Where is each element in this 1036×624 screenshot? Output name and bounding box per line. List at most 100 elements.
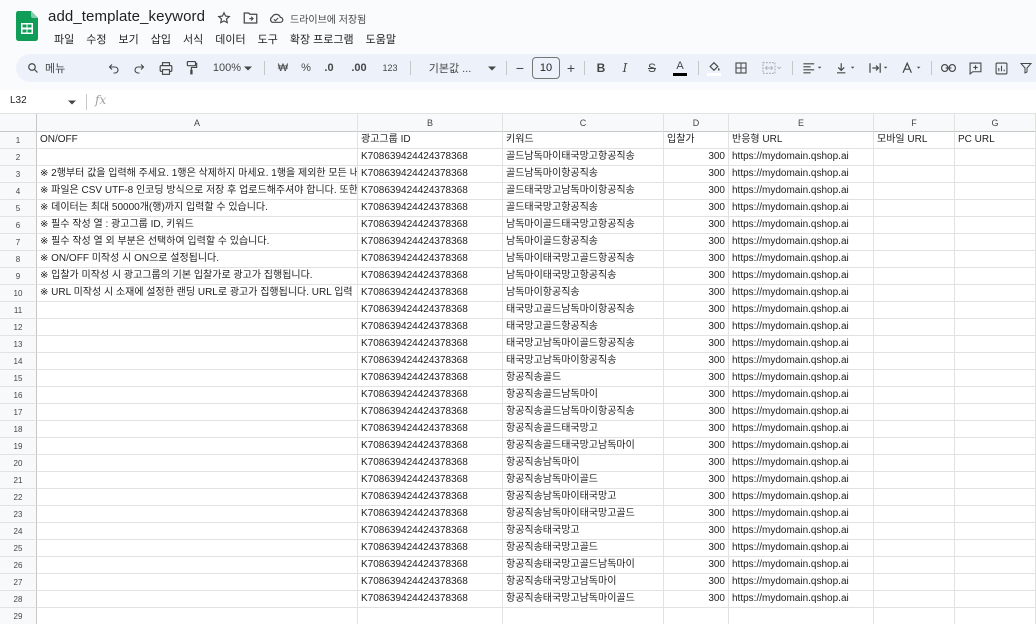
cell-b[interactable]: K708639424424378368	[358, 387, 503, 404]
menu-search[interactable]: 메뉴	[18, 57, 100, 79]
filter-icon[interactable]	[1018, 59, 1034, 77]
cell-g[interactable]	[955, 421, 1036, 438]
horizontal-align-icon[interactable]	[801, 59, 825, 77]
number-format-button[interactable]: 123	[381, 59, 399, 77]
cell-a[interactable]	[37, 387, 358, 404]
cell-a[interactable]	[37, 421, 358, 438]
row-header[interactable]: 14	[0, 353, 37, 370]
cell-e[interactable]: https://mydomain.qshop.ai	[729, 404, 874, 421]
cell-a[interactable]: ※ 데이터는 최대 50000개(행)까지 입력할 수 있습니다.	[37, 200, 358, 217]
cell-g[interactable]	[955, 438, 1036, 455]
cell-f[interactable]	[874, 285, 955, 302]
cell-a[interactable]	[37, 149, 358, 166]
cell-b[interactable]: K708639424424378368	[358, 353, 503, 370]
cell-d[interactable]: 300	[664, 421, 729, 438]
cell-a[interactable]	[37, 574, 358, 591]
column-header-b[interactable]: B	[358, 114, 503, 132]
cell-f[interactable]	[874, 183, 955, 200]
vertical-align-icon[interactable]	[834, 59, 858, 77]
cell-b[interactable]: 광고그룹 ID	[358, 132, 503, 149]
row-header[interactable]: 8	[0, 251, 37, 268]
cell-b[interactable]: K708639424424378368	[358, 404, 503, 421]
cell-f[interactable]	[874, 149, 955, 166]
row-header[interactable]: 11	[0, 302, 37, 319]
menu-tools[interactable]: 도구	[252, 29, 284, 49]
cell-a[interactable]	[37, 608, 358, 624]
cell-c[interactable]: 항공직송태국망고골드남독마이	[503, 557, 664, 574]
cell-e[interactable]: https://mydomain.qshop.ai	[729, 387, 874, 404]
cell-e[interactable]: https://mydomain.qshop.ai	[729, 421, 874, 438]
sheets-logo-icon[interactable]	[16, 11, 38, 41]
cell-g[interactable]	[955, 200, 1036, 217]
cell-b[interactable]: K708639424424378368	[358, 557, 503, 574]
cell-g[interactable]	[955, 455, 1036, 472]
cell-d[interactable]: 300	[664, 200, 729, 217]
cell-d[interactable]: 300	[664, 302, 729, 319]
cell-b[interactable]: K708639424424378368	[358, 472, 503, 489]
cell-e[interactable]: https://mydomain.qshop.ai	[729, 268, 874, 285]
cell-g[interactable]	[955, 523, 1036, 540]
cell-d[interactable]: 300	[664, 404, 729, 421]
cell-g[interactable]	[955, 608, 1036, 624]
cell-d[interactable]: 300	[664, 455, 729, 472]
cell-a[interactable]	[37, 540, 358, 557]
menu-edit[interactable]: 수정	[80, 29, 112, 49]
row-header[interactable]: 25	[0, 540, 37, 557]
row-header[interactable]: 26	[0, 557, 37, 574]
cell-g[interactable]	[955, 557, 1036, 574]
cell-g[interactable]	[955, 370, 1036, 387]
cell-c[interactable]: 키워드	[503, 132, 664, 149]
cell-e[interactable]: 반응형 URL	[729, 132, 874, 149]
cell-c[interactable]: 태국망고골드항공직송	[503, 319, 664, 336]
font-family-select[interactable]: 기본값 ...	[419, 59, 481, 77]
cell-f[interactable]	[874, 234, 955, 251]
cell-e[interactable]: https://mydomain.qshop.ai	[729, 302, 874, 319]
cell-g[interactable]	[955, 489, 1036, 506]
cell-d[interactable]: 입찰가	[664, 132, 729, 149]
cell-f[interactable]	[874, 353, 955, 370]
cell-e[interactable]: https://mydomain.qshop.ai	[729, 319, 874, 336]
decrease-decimal-button[interactable]: .0	[321, 59, 337, 77]
row-header[interactable]: 24	[0, 523, 37, 540]
cell-g[interactable]	[955, 285, 1036, 302]
cell-g[interactable]	[955, 472, 1036, 489]
zoom-value[interactable]: 100%	[211, 59, 243, 77]
menu-help[interactable]: 도움말	[360, 29, 402, 49]
cell-e[interactable]: https://mydomain.qshop.ai	[729, 472, 874, 489]
cell-a[interactable]: ※ 2행부터 값을 입력해 주세요. 1행은 삭제하지 마세요. 1행을 제외한…	[37, 166, 358, 183]
row-header[interactable]: 19	[0, 438, 37, 455]
merge-cells-icon[interactable]	[760, 59, 784, 77]
cell-c[interactable]: 항공직송태국망고	[503, 523, 664, 540]
cell-c[interactable]: 항공직송골드	[503, 370, 664, 387]
name-box-chevron-down-icon[interactable]	[68, 100, 76, 105]
cell-d[interactable]: 300	[664, 370, 729, 387]
italic-icon[interactable]: I	[618, 59, 632, 77]
cell-f[interactable]	[874, 251, 955, 268]
row-header[interactable]: 13	[0, 336, 37, 353]
star-icon[interactable]	[216, 10, 232, 26]
cell-b[interactable]: K708639424424378368	[358, 421, 503, 438]
cell-f[interactable]	[874, 370, 955, 387]
cell-c[interactable]: 태국망고남독마이골드항공직송	[503, 336, 664, 353]
cell-f[interactable]	[874, 387, 955, 404]
cell-g[interactable]	[955, 540, 1036, 557]
cell-e[interactable]: https://mydomain.qshop.ai	[729, 438, 874, 455]
cell-g[interactable]	[955, 387, 1036, 404]
cell-g[interactable]	[955, 217, 1036, 234]
cell-d[interactable]: 300	[664, 268, 729, 285]
row-header[interactable]: 21	[0, 472, 37, 489]
row-header[interactable]: 22	[0, 489, 37, 506]
cell-e[interactable]: https://mydomain.qshop.ai	[729, 234, 874, 251]
cell-c[interactable]: 항공직송태국망고골드	[503, 540, 664, 557]
increase-font-size-button[interactable]: +	[564, 59, 578, 77]
cell-f[interactable]	[874, 404, 955, 421]
cell-f[interactable]	[874, 557, 955, 574]
cell-d[interactable]: 300	[664, 438, 729, 455]
row-header[interactable]: 5	[0, 200, 37, 217]
cell-c[interactable]: 남독마이항공직송	[503, 285, 664, 302]
row-header[interactable]: 20	[0, 455, 37, 472]
text-color-icon[interactable]: A	[671, 59, 689, 77]
row-header[interactable]: 23	[0, 506, 37, 523]
cell-f[interactable]	[874, 302, 955, 319]
cell-c[interactable]: 골드태국망고항공직송	[503, 200, 664, 217]
